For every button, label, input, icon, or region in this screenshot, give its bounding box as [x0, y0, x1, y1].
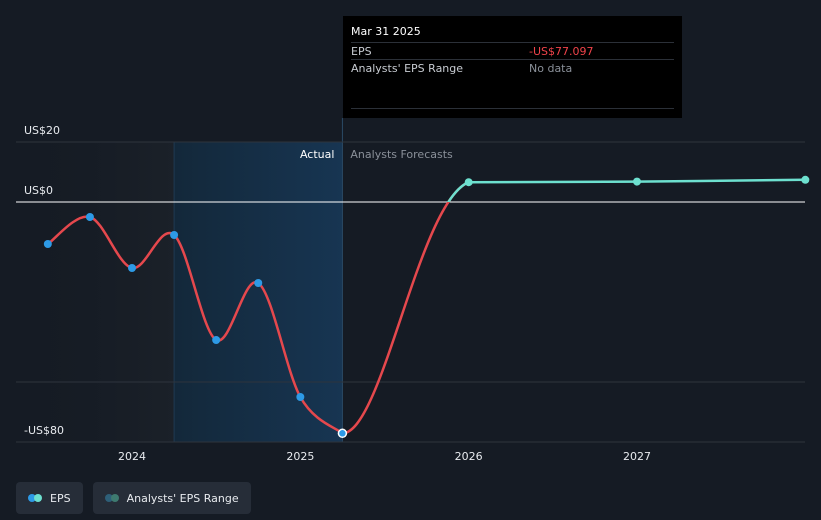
- y-tick-label-0: US$20: [24, 124, 60, 137]
- x-tick-label-3: 2027: [623, 450, 651, 463]
- eps-forecast-point-2: [801, 175, 810, 184]
- eps-forecast-point-0: [464, 178, 473, 187]
- eps-actual-point-1: [85, 213, 94, 221]
- legend-eps-swatch-icon: [28, 493, 44, 503]
- tooltip-row-range: Analysts' EPS Range No data: [351, 59, 674, 76]
- eps-actual-point-2: [128, 264, 136, 272]
- actual-region-shade: [174, 142, 343, 442]
- x-tick-label-0: 2024: [118, 450, 146, 463]
- tooltip-row-eps: EPS -US$77.097: [351, 42, 674, 59]
- region-label-forecast: Analysts Forecasts: [350, 148, 453, 161]
- chart-legend: EPS Analysts' EPS Range: [16, 482, 251, 514]
- region-label-actual: Actual: [300, 148, 334, 161]
- tooltip-divider: [351, 108, 674, 109]
- legend-item-eps-range[interactable]: Analysts' EPS Range: [92, 482, 251, 514]
- eps-projection-connector: [342, 181, 470, 435]
- y-tick-label-1: US$0: [24, 184, 53, 197]
- eps-actual-point-4: [212, 336, 221, 344]
- eps-actual-point-3: [170, 231, 179, 239]
- legend-range-swatch-icon: [104, 493, 121, 503]
- tooltip-date: Mar 31 2025: [351, 25, 421, 38]
- tooltip-range-value: No data: [529, 61, 573, 75]
- legend-eps-label: EPS: [50, 491, 71, 505]
- x-tick-label-2: 2026: [455, 450, 483, 463]
- eps-actual-point-0: [43, 240, 52, 248]
- hover-tooltip: Mar 31 2025 EPS -US$77.097 Analysts' EPS…: [343, 16, 682, 118]
- tooltip-range-label: Analysts' EPS Range: [351, 61, 464, 75]
- eps-actual-point-6: [296, 393, 305, 401]
- eps-actual-point-7: [337, 428, 348, 439]
- tooltip-eps-label: EPS: [351, 44, 372, 58]
- tooltip-eps-value: -US$77.097: [529, 44, 594, 58]
- eps-forecast-point-1: [633, 177, 641, 186]
- x-tick-label-1: 2025: [286, 450, 314, 463]
- legend-range-label: Analysts' EPS Range: [126, 491, 239, 505]
- y-tick-label-2: -US$80: [24, 424, 64, 437]
- eps-actual-point-5: [254, 279, 263, 287]
- legend-item-eps[interactable]: EPS: [16, 482, 83, 514]
